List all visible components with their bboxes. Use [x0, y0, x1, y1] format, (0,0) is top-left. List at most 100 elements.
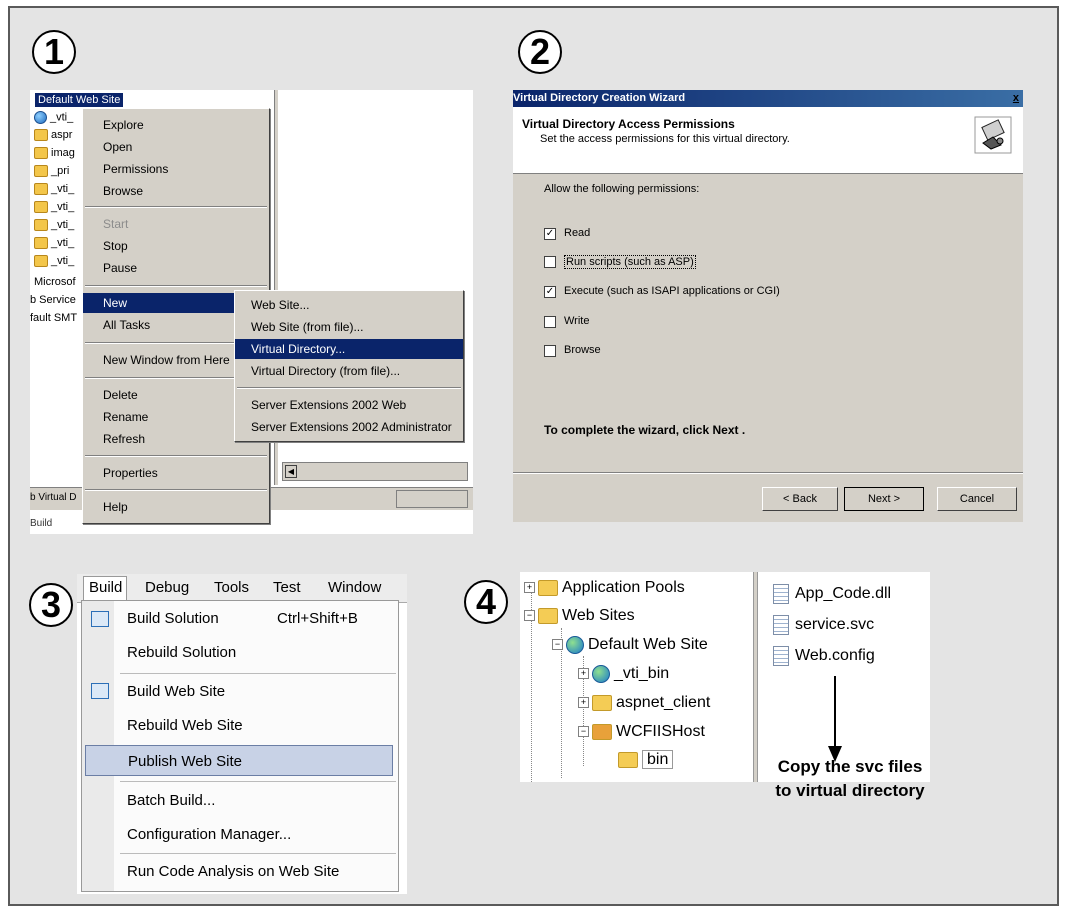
menu-separator — [237, 387, 461, 389]
collapse-icon[interactable]: − — [552, 639, 563, 651]
iis-manager-panel: Default Web Site _vti_ aspr imag _pri _v… — [30, 90, 473, 534]
folder-icon — [34, 183, 48, 196]
tree-item[interactable]: aspr — [34, 129, 72, 142]
tree-item[interactable]: _vti_ — [34, 183, 74, 196]
file-web-config[interactable]: Web.config — [773, 646, 875, 666]
folder-icon — [34, 129, 48, 142]
expand-icon[interactable]: + — [578, 697, 589, 709]
tree-item-bin[interactable]: bin — [618, 750, 674, 770]
step-number-2: 2 — [518, 30, 562, 74]
tree-item-default-web-site[interactable]: − Default Web Site — [552, 635, 708, 655]
menu-item-configuration-manager[interactable]: Configuration Manager... — [85, 819, 407, 850]
menu-item-permissions[interactable]: Permissions — [83, 159, 269, 179]
tree-item-application-pools[interactable]: + Application Pools — [524, 578, 685, 598]
tree-item[interactable]: _vti_ — [34, 237, 74, 250]
folder-icon — [538, 607, 558, 624]
file-icon — [773, 584, 789, 604]
globe-icon — [566, 635, 584, 654]
tree-item-wcfiishost[interactable]: − WCFIISHost — [578, 722, 705, 742]
tree-item[interactable]: Microsof — [34, 276, 76, 288]
wizard-titlebar: Virtual Directory Creation Wizard x — [513, 90, 1023, 107]
step-number-1: 1 — [32, 30, 76, 74]
pane-splitter[interactable] — [753, 572, 758, 782]
annotation-text: Copy the svc files to virtual directory — [770, 755, 930, 803]
next-button[interactable]: Next > — [844, 487, 924, 511]
tree-item[interactable]: _vti_ — [34, 219, 74, 232]
menu-tools[interactable]: Tools — [214, 579, 249, 596]
globe-icon — [592, 664, 610, 683]
close-icon[interactable]: x — [1013, 90, 1019, 107]
menu-window[interactable]: Window — [328, 579, 381, 596]
submenu-item-server-extensions-admin[interactable]: Server Extensions 2002 Administrator — [235, 417, 463, 437]
file-service-svc[interactable]: service.svc — [773, 615, 874, 635]
write-checkbox[interactable] — [544, 316, 556, 328]
menu-item-pause[interactable]: Pause — [83, 258, 269, 278]
wizard-heading: Virtual Directory Access Permissions — [522, 117, 735, 131]
tree-item-aspnet-client[interactable]: + aspnet_client — [578, 693, 710, 713]
build-dropdown: Build Solution Ctrl+Shift+B Rebuild Solut… — [81, 600, 399, 892]
collapse-icon[interactable]: − — [578, 726, 589, 738]
menu-item-rebuild-web-site[interactable]: Rebuild Web Site — [85, 710, 407, 741]
permissions-label: Allow the following permissions: — [544, 183, 700, 195]
shortcut-text: Ctrl+Shift+B — [277, 610, 358, 627]
submenu-item-web-site[interactable]: Web Site... — [235, 295, 463, 315]
run-scripts-checkbox[interactable] — [544, 256, 556, 268]
collapse-icon[interactable]: − — [524, 610, 535, 622]
menu-item-build-web-site[interactable]: Build Web Site — [85, 676, 407, 707]
tree-item[interactable]: _vti_ — [34, 255, 74, 268]
execute-checkbox[interactable]: ✓ — [544, 286, 556, 298]
submenu-item-virtual-directory-from-file[interactable]: Virtual Directory (from file)... — [235, 361, 463, 381]
folder-icon — [34, 219, 48, 232]
tree-item-vti-bin[interactable]: + _vti_bin — [578, 664, 669, 684]
tree-item[interactable]: fault SMT — [30, 312, 77, 324]
menu-item-browse[interactable]: Browse — [83, 181, 269, 201]
browse-checkbox[interactable] — [544, 345, 556, 357]
file-app-code-dll[interactable]: App_Code.dll — [773, 584, 891, 604]
folder-icon — [34, 201, 48, 214]
menu-build[interactable]: Build — [89, 579, 122, 596]
menu-item-publish-web-site[interactable]: Publish Web Site — [85, 745, 393, 776]
status-text: b Virtual D — [30, 492, 77, 503]
tree-item[interactable]: b Service — [30, 294, 76, 306]
status-cell — [396, 490, 468, 508]
tree-item-default-web-site[interactable]: Default Web Site — [35, 93, 124, 107]
run-scripts-label: Run scripts (such as ASP) — [564, 255, 696, 269]
tree-item[interactable]: _vti_ — [34, 201, 74, 214]
scroll-left-arrow-icon[interactable]: ◀ — [285, 465, 297, 478]
read-checkbox[interactable]: ✓ — [544, 228, 556, 240]
expand-icon[interactable]: + — [524, 582, 535, 594]
back-button[interactable]: < Back — [762, 487, 838, 511]
menu-debug[interactable]: Debug — [145, 579, 189, 596]
tree-item-web-sites[interactable]: − Web Sites — [524, 606, 635, 626]
menu-item-open[interactable]: Open — [83, 137, 269, 157]
menu-item-stop[interactable]: Stop — [83, 236, 269, 256]
file-icon — [773, 646, 789, 666]
menu-item-explore[interactable]: Explore — [83, 115, 269, 135]
tree-item[interactable]: imag — [34, 147, 75, 160]
submenu: Web Site... Web Site (from file)... Virt… — [234, 290, 464, 442]
submenu-item-server-extensions-web[interactable]: Server Extensions 2002 Web — [235, 395, 463, 415]
tree-item[interactable]: _vti_ — [34, 111, 73, 124]
horizontal-scrollbar[interactable]: ◀ — [282, 462, 468, 481]
menu-test[interactable]: Test — [273, 579, 301, 596]
expand-icon[interactable]: + — [578, 668, 589, 680]
folder-icon — [34, 255, 48, 268]
folder-icon — [34, 237, 48, 250]
cancel-button[interactable]: Cancel — [937, 487, 1017, 511]
menu-item-help[interactable]: Help — [83, 497, 269, 517]
globe-icon — [34, 111, 47, 124]
step-number-4: 4 — [464, 580, 508, 624]
menu-item-properties[interactable]: Properties — [83, 463, 269, 483]
menu-item-batch-build[interactable]: Batch Build... — [85, 785, 407, 816]
visual-studio-build-menu: Build Debug Tools Test Window Build Solu… — [77, 574, 407, 894]
menu-item-rebuild-solution[interactable]: Rebuild Solution — [85, 637, 407, 668]
folder-icon — [618, 751, 638, 768]
menu-item-run-code-analysis[interactable]: Run Code Analysis on Web Site — [85, 856, 407, 887]
tree-item[interactable]: _pri — [34, 165, 69, 178]
file-icon — [773, 615, 789, 635]
write-label: Write — [564, 315, 590, 327]
menu-item-build-solution[interactable]: Build Solution Ctrl+Shift+B — [85, 603, 407, 634]
folder-icon — [34, 165, 48, 178]
submenu-item-web-site-from-file[interactable]: Web Site (from file)... — [235, 317, 463, 337]
submenu-item-virtual-directory[interactable]: Virtual Directory... — [235, 339, 463, 359]
